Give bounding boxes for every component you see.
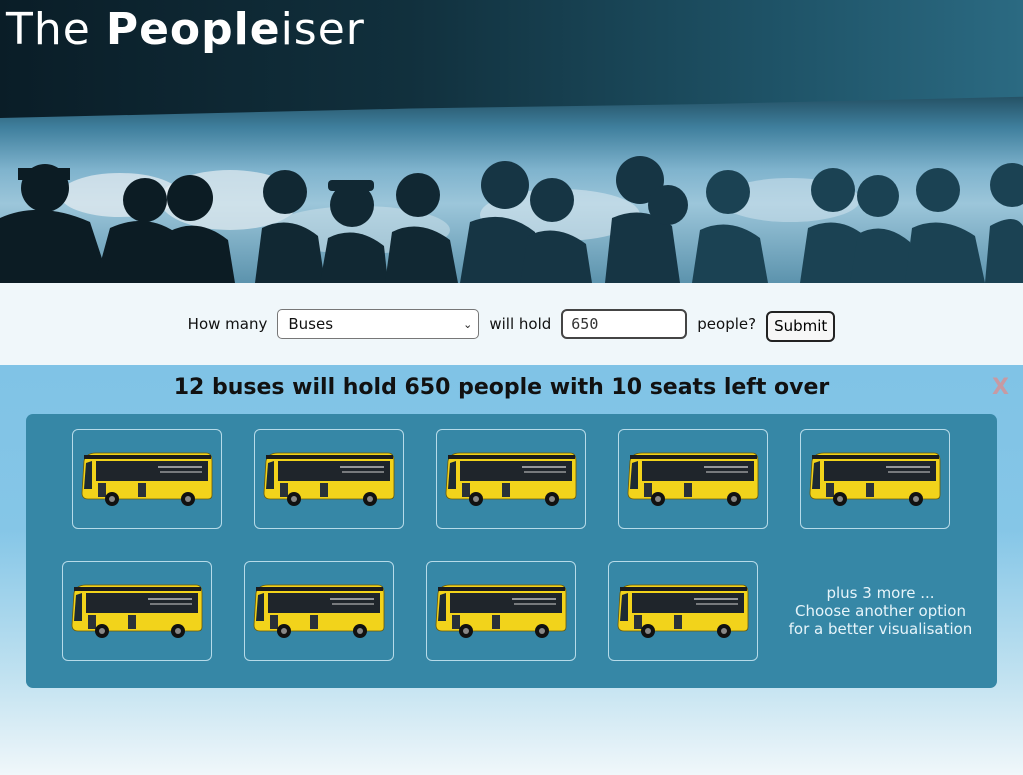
people-count-input[interactable] bbox=[561, 309, 688, 339]
bus-icon bbox=[624, 445, 762, 513]
bus-tile bbox=[72, 429, 222, 529]
bus-icon bbox=[68, 577, 206, 645]
chevron-down-icon: ⌄ bbox=[463, 317, 473, 331]
submit-button[interactable]: Submit bbox=[766, 310, 836, 342]
bus-tile bbox=[244, 561, 394, 661]
bus-icon bbox=[806, 445, 944, 513]
bus-icon bbox=[78, 445, 216, 513]
bus-tile bbox=[800, 429, 950, 529]
bus-tile bbox=[618, 429, 768, 529]
people-label: people? bbox=[697, 315, 757, 333]
close-result-button[interactable]: X bbox=[992, 375, 1009, 400]
vehicle-select[interactable]: Buses ⌄ bbox=[277, 309, 480, 339]
will-hold-label: will hold bbox=[489, 315, 552, 333]
header-banner: The Peopleiser bbox=[0, 0, 1023, 283]
more-hint-line2: for a better visualisation bbox=[788, 620, 973, 638]
more-hint-line1: Choose another option bbox=[794, 602, 966, 620]
bus-icon bbox=[250, 577, 388, 645]
vehicle-select-value: Buses bbox=[288, 315, 334, 333]
bus-tile bbox=[426, 561, 576, 661]
result-heading: 12 buses will hold 650 people with 10 se… bbox=[173, 375, 830, 400]
query-form: How many Buses ⌄ will hold people? Submi… bbox=[0, 283, 1023, 365]
result-section: 12 buses will hold 650 people with 10 se… bbox=[0, 365, 1023, 775]
bus-tile bbox=[254, 429, 404, 529]
bus-tile bbox=[62, 561, 212, 661]
how-many-label: How many bbox=[187, 315, 268, 333]
more-count-text: plus 3 more ... bbox=[826, 584, 935, 602]
bus-tile bbox=[608, 561, 758, 661]
bus-icon bbox=[260, 445, 398, 513]
bus-icon bbox=[442, 445, 580, 513]
bus-icon bbox=[432, 577, 570, 645]
bus-grid-panel: plus 3 more ... Choose another option fo… bbox=[26, 414, 997, 688]
bus-icon bbox=[614, 577, 752, 645]
bus-tile bbox=[436, 429, 586, 529]
site-title: The Peopleiser bbox=[6, 4, 365, 55]
more-message: plus 3 more ... Choose another option fo… bbox=[786, 584, 975, 638]
